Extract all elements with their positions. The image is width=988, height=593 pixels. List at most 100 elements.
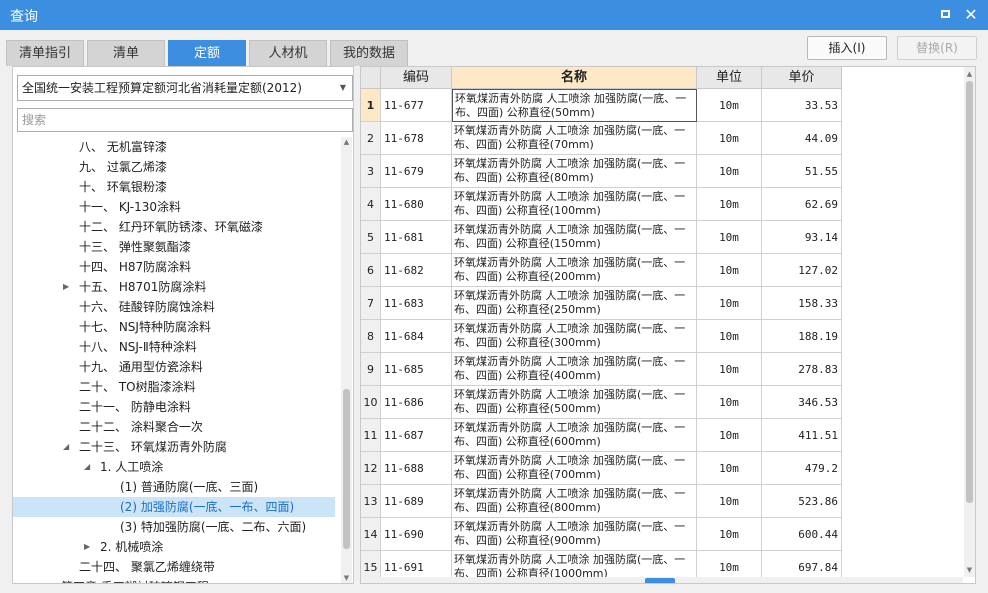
search-input[interactable] bbox=[17, 108, 353, 132]
close-icon[interactable]: ✕ bbox=[962, 6, 980, 24]
table-row[interactable]: 9 11-685 环氧煤沥青外防腐 人工喷涂 加强防腐(一底、一布、四面) 公称直径… bbox=[361, 353, 842, 386]
table-row[interactable]: 11 11-687 环氧煤沥青外防腐 人工喷涂 加强防腐(一底、一布、四面) 公称直… bbox=[361, 419, 842, 452]
header-code[interactable]: 编码 bbox=[381, 67, 452, 89]
table-row[interactable]: 4 11-680 环氧煤沥青外防腐 人工喷涂 加强防腐(一底、一布、四面) 公称直径… bbox=[361, 188, 842, 221]
header-name[interactable]: 名称 bbox=[452, 67, 697, 89]
tree-node[interactable]: (2) 加强防腐(一底、一布、四面) bbox=[13, 497, 335, 517]
cell-price: 411.51 bbox=[762, 419, 842, 452]
cell-name: 环氧煤沥青外防腐 人工喷涂 加强防腐(一底、一布、四面) 公称直径(800mm) bbox=[452, 485, 697, 518]
table-row[interactable]: 1 11-677 环氧煤沥青外防腐 人工喷涂 加强防腐(一底、一布、四面) 公称直径… bbox=[361, 89, 842, 122]
tab-bill[interactable]: 清单 bbox=[87, 40, 165, 66]
expand-arrow-icon[interactable]: ▶ bbox=[84, 537, 94, 557]
cell-price: 523.86 bbox=[762, 485, 842, 518]
tree-scroll-thumb[interactable] bbox=[343, 389, 350, 549]
tree-node[interactable]: 二十、 TO树脂漆涂料 bbox=[13, 377, 335, 397]
tree-node[interactable]: 十一、 KJ-130涂料 bbox=[13, 197, 335, 217]
tree-node-label: 十七、 NSJ特种防腐涂料 bbox=[79, 320, 211, 334]
cell-code: 11-678 bbox=[381, 122, 452, 155]
left-panel: 全国统一安装工程预算定额河北省消耗量定额(2012) ▼ 八、 无机富锌漆九、 … bbox=[12, 66, 354, 584]
tree-node[interactable]: ◢ 二十三、 环氧煤沥青外防腐 bbox=[13, 437, 335, 457]
tab-quota[interactable]: 定额 bbox=[168, 40, 246, 66]
header-unit[interactable]: 单位 bbox=[697, 67, 762, 89]
quota-library-value: 全国统一安装工程预算定额河北省消耗量定额(2012) bbox=[22, 81, 302, 95]
splitter-grip-icon[interactable] bbox=[645, 578, 675, 583]
grid-horizontal-scrollbar[interactable] bbox=[361, 577, 963, 583]
cell-unit: 10m bbox=[697, 155, 762, 188]
tree-node[interactable]: 十八、 NSJ-Ⅱ特种涂料 bbox=[13, 337, 335, 357]
replace-button[interactable]: 替换(R) bbox=[897, 36, 977, 60]
maximize-icon[interactable] bbox=[936, 6, 954, 24]
tree-node-label: 1. 人工喷涂 bbox=[100, 460, 164, 474]
table-row[interactable]: 8 11-684 环氧煤沥青外防腐 人工喷涂 加强防腐(一底、一布、四面) 公称直径… bbox=[361, 320, 842, 353]
header-index bbox=[361, 67, 381, 89]
tab-my-data[interactable]: 我的数据 bbox=[330, 40, 408, 66]
tree-node[interactable]: ▶ 2. 机械喷涂 bbox=[13, 537, 335, 557]
tree-node[interactable]: 八、 无机富锌漆 bbox=[13, 137, 335, 157]
table-row[interactable]: 14 11-690 环氧煤沥青外防腐 人工喷涂 加强防腐(一底、一布、四面) 公称直… bbox=[361, 518, 842, 551]
tree-node-label: 十四、 H87防腐涂料 bbox=[79, 260, 192, 274]
tree-node[interactable]: 第四章 手工糊衬玻璃钢工程 bbox=[13, 577, 335, 583]
tree-node[interactable]: 十、 环氧银粉漆 bbox=[13, 177, 335, 197]
tab-bill-guide[interactable]: 清单指引 bbox=[6, 40, 84, 66]
header-price[interactable]: 单价 bbox=[762, 67, 842, 89]
cell-code: 11-688 bbox=[381, 452, 452, 485]
expand-arrow-icon[interactable]: ▶ bbox=[63, 277, 73, 297]
tree-node[interactable]: 十四、 H87防腐涂料 bbox=[13, 257, 335, 277]
tree-node[interactable]: 九、 过氯乙烯漆 bbox=[13, 157, 335, 177]
table-row[interactable]: 12 11-688 环氧煤沥青外防腐 人工喷涂 加强防腐(一底、一布、四面) 公称直… bbox=[361, 452, 842, 485]
table-row[interactable]: 5 11-681 环氧煤沥青外防腐 人工喷涂 加强防腐(一底、一布、四面) 公称直径… bbox=[361, 221, 842, 254]
tree-node-label: 十五、 H8701防腐涂料 bbox=[79, 280, 207, 294]
tree-node[interactable]: (1) 普通防腐(一底、三面) bbox=[13, 477, 335, 497]
table-row[interactable]: 6 11-682 环氧煤沥青外防腐 人工喷涂 加强防腐(一底、一布、四面) 公称直径… bbox=[361, 254, 842, 287]
scroll-up-icon[interactable]: ▲ bbox=[342, 137, 351, 147]
scroll-down-icon[interactable]: ▼ bbox=[965, 565, 974, 575]
tree-node[interactable]: 十二、 红丹环氧防锈漆、环氧磁漆 bbox=[13, 217, 335, 237]
tree-node[interactable]: ▶ 十五、 H8701防腐涂料 bbox=[13, 277, 335, 297]
cell-price: 51.55 bbox=[762, 155, 842, 188]
cell-unit: 10m bbox=[697, 320, 762, 353]
row-index: 8 bbox=[361, 320, 381, 353]
tree-node-label: 九、 过氯乙烯漆 bbox=[79, 160, 167, 174]
scroll-up-icon[interactable]: ▲ bbox=[965, 69, 974, 79]
tree-node[interactable]: ◢ 1. 人工喷涂 bbox=[13, 457, 335, 477]
tree-node[interactable]: 二十四、 聚氯乙烯缠绕带 bbox=[13, 557, 335, 577]
quota-library-select[interactable]: 全国统一安装工程预算定额河北省消耗量定额(2012) ▼ bbox=[17, 75, 353, 101]
table-row[interactable]: 2 11-678 环氧煤沥青外防腐 人工喷涂 加强防腐(一底、一布、四面) 公称直径… bbox=[361, 122, 842, 155]
table-row[interactable]: 13 11-689 环氧煤沥青外防腐 人工喷涂 加强防腐(一底、一布、四面) 公称直… bbox=[361, 485, 842, 518]
cell-unit: 10m bbox=[697, 89, 762, 122]
cell-code: 11-684 bbox=[381, 320, 452, 353]
collapse-arrow-icon[interactable]: ◢ bbox=[84, 457, 94, 477]
tree-node-label: (2) 加强防腐(一底、一布、四面) bbox=[120, 500, 295, 514]
row-index: 5 bbox=[361, 221, 381, 254]
tree-node[interactable]: 二十一、 防静电涂料 bbox=[13, 397, 335, 417]
tree-node[interactable]: 十七、 NSJ特种防腐涂料 bbox=[13, 317, 335, 337]
table-row[interactable]: 10 11-686 环氧煤沥青外防腐 人工喷涂 加强防腐(一底、一布、四面) 公称直… bbox=[361, 386, 842, 419]
collapse-arrow-icon[interactable]: ◢ bbox=[63, 437, 73, 457]
tree-node[interactable]: 十六、 硅酸锌防腐蚀涂料 bbox=[13, 297, 335, 317]
row-index: 11 bbox=[361, 419, 381, 452]
grid-scrollbar[interactable]: ▲ ▼ bbox=[964, 67, 975, 577]
table-row[interactable]: 7 11-683 环氧煤沥青外防腐 人工喷涂 加强防腐(一底、一布、四面) 公称直径… bbox=[361, 287, 842, 320]
chevron-down-icon: ▼ bbox=[339, 83, 346, 92]
row-index: 3 bbox=[361, 155, 381, 188]
cell-unit: 10m bbox=[697, 419, 762, 452]
tree-node-label: 第四章 手工糊衬玻璃钢工程 bbox=[61, 577, 209, 583]
cell-code: 11-682 bbox=[381, 254, 452, 287]
tree-node[interactable]: 十三、 弹性聚氨酯漆 bbox=[13, 237, 335, 257]
row-index: 7 bbox=[361, 287, 381, 320]
tree-node-label: 十二、 红丹环氧防锈漆、环氧磁漆 bbox=[79, 220, 263, 234]
tree-node[interactable]: (3) 特加强防腐(一底、二布、六面) bbox=[13, 517, 335, 537]
tree-node-label: 十九、 通用型仿瓷涂料 bbox=[79, 360, 203, 374]
tree-node-label: 八、 无机富锌漆 bbox=[79, 140, 167, 154]
grid-scroll-thumb[interactable] bbox=[966, 81, 973, 503]
cell-code: 11-677 bbox=[381, 89, 452, 122]
tab-labor-material-machine[interactable]: 人材机 bbox=[249, 40, 327, 66]
tree-scrollbar[interactable]: ▲ ▼ bbox=[341, 137, 352, 583]
tree-node[interactable]: 十九、 通用型仿瓷涂料 bbox=[13, 357, 335, 377]
tree-node[interactable]: 二十二、 涂料聚合一次 bbox=[13, 417, 335, 437]
table-row[interactable]: 3 11-679 环氧煤沥青外防腐 人工喷涂 加强防腐(一底、一布、四面) 公称直径… bbox=[361, 155, 842, 188]
row-index: 12 bbox=[361, 452, 381, 485]
insert-button[interactable]: 插入(I) bbox=[807, 36, 887, 60]
cell-price: 600.44 bbox=[762, 518, 842, 551]
scroll-down-icon[interactable]: ▼ bbox=[342, 573, 351, 583]
